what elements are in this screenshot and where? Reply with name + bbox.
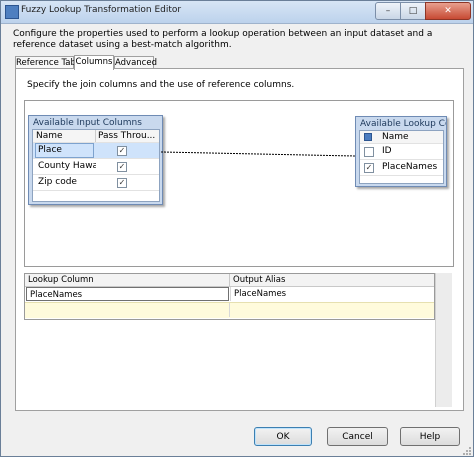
lookup-column-name: ID bbox=[382, 146, 392, 156]
mapping-row[interactable]: PlaceNames PlaceNames bbox=[25, 287, 434, 301]
maximize-button[interactable]: □ bbox=[400, 2, 426, 20]
lookup-columns-box[interactable]: Available Lookup Colu... Name ID ✓ Place… bbox=[355, 116, 447, 187]
columns-instruction: Specify the join columns and the use of … bbox=[27, 80, 295, 90]
mapping-grid[interactable]: Lookup Column Output Alias PlaceNames Pl… bbox=[24, 273, 435, 320]
lookup-checkbox[interactable] bbox=[364, 147, 374, 157]
tab-columns[interactable]: Columns bbox=[74, 55, 114, 70]
minimize-button[interactable]: – bbox=[375, 2, 401, 20]
ok-button[interactable]: OK bbox=[254, 427, 312, 446]
header-lookup-column: Lookup Column bbox=[28, 275, 94, 285]
lookup-columns-header: Name bbox=[360, 131, 443, 144]
select-all-checkbox[interactable] bbox=[364, 133, 372, 141]
mapping-grid-header: Lookup Column Output Alias bbox=[25, 274, 434, 287]
mapping-canvas[interactable]: Available Input Columns Name Pass Throu.… bbox=[24, 100, 454, 267]
app-icon bbox=[5, 5, 19, 19]
header-output-alias: Output Alias bbox=[229, 274, 433, 286]
output-alias-cell[interactable]: PlaceNames bbox=[230, 287, 433, 301]
lookup-column-cell[interactable]: PlaceNames bbox=[26, 287, 229, 301]
help-button[interactable]: Help bbox=[400, 427, 460, 446]
title-bar[interactable]: Fuzzy Lookup Transformation Editor – □ ✕ bbox=[1, 1, 473, 24]
columns-tab-panel: Specify the join columns and the use of … bbox=[15, 68, 464, 411]
lookup-columns-grid: Name ID ✓ PlaceNames bbox=[359, 130, 444, 184]
close-button[interactable]: ✕ bbox=[425, 2, 471, 20]
cancel-button[interactable]: Cancel bbox=[327, 427, 388, 446]
new-mapping-row[interactable] bbox=[25, 302, 434, 318]
lookup-column-name: PlaceNames bbox=[382, 162, 438, 172]
resize-grip-icon[interactable] bbox=[462, 446, 472, 456]
editor-description: Configure the properties used to perform… bbox=[13, 29, 433, 50]
lookup-column-row-id[interactable]: ID bbox=[360, 144, 443, 160]
row-divider bbox=[229, 303, 230, 317]
window-title: Fuzzy Lookup Transformation Editor bbox=[21, 5, 182, 15]
lookup-columns-title: Available Lookup Colu... bbox=[360, 119, 446, 129]
editor-window: Fuzzy Lookup Transformation Editor – □ ✕… bbox=[0, 0, 474, 457]
lookup-checkbox[interactable]: ✓ bbox=[364, 163, 374, 173]
lookup-header-name: Name bbox=[382, 132, 409, 142]
mapping-grid-scrollbar[interactable] bbox=[435, 273, 452, 407]
lookup-column-row-placenames[interactable]: ✓ PlaceNames bbox=[360, 160, 443, 176]
